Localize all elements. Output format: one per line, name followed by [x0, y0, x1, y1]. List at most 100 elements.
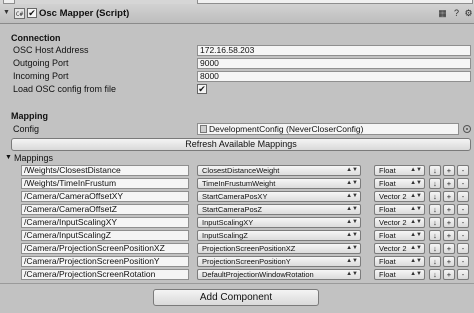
load-config-label: Load OSC config from file: [13, 84, 117, 94]
remove-mapping-button[interactable]: -: [457, 178, 469, 189]
checkmark-icon: ✔: [28, 8, 36, 18]
osc-path-field[interactable]: /Camera/InputScalingXY: [21, 217, 189, 228]
property-dropdown-value: ClosestDistanceWeight: [202, 166, 280, 175]
mapping-row: /Weights/TimeInFrustum TimeInFrustumWeig…: [0, 178, 474, 191]
property-dropdown-value: ProjectionScreenPositionXZ: [202, 244, 296, 253]
remove-mapping-button[interactable]: -: [457, 217, 469, 228]
dropdown-arrows-icon: ▲▼: [410, 258, 422, 264]
property-dropdown-value: StartCameraPosXY: [202, 192, 268, 201]
property-dropdown[interactable]: ProjectionScreenPositionXZ ▲▼: [197, 243, 361, 254]
dropdown-arrows-icon: ▲▼: [410, 167, 422, 173]
move-down-button[interactable]: ↓: [429, 230, 441, 241]
dropdown-arrows-icon: ▲▼: [410, 219, 422, 225]
move-down-button[interactable]: ↓: [429, 165, 441, 176]
config-object-field[interactable]: DevelopmentConfig (NeverCloserConfig): [197, 123, 459, 135]
add-mapping-button[interactable]: +: [443, 204, 455, 215]
type-dropdown-value: Vector 2: [379, 218, 407, 227]
type-dropdown[interactable]: Vector 2 ▲▼: [374, 243, 425, 254]
move-down-button[interactable]: ↓: [429, 191, 441, 202]
gear-icon[interactable]: ⚙: [463, 8, 474, 19]
type-dropdown-value: Vector 2: [379, 192, 407, 201]
host-address-label: OSC Host Address: [13, 45, 89, 55]
add-mapping-button[interactable]: +: [443, 256, 455, 267]
move-down-button[interactable]: ↓: [429, 256, 441, 267]
book-icon[interactable]: ▦: [437, 8, 448, 19]
type-dropdown[interactable]: Float ▲▼: [374, 165, 425, 176]
remove-mapping-button[interactable]: -: [457, 256, 469, 267]
type-dropdown-value: Float: [379, 166, 396, 175]
help-icon[interactable]: ?: [451, 8, 462, 19]
osc-path-field[interactable]: /Camera/CameraOffsetZ: [21, 204, 189, 215]
add-mapping-button[interactable]: +: [443, 243, 455, 254]
fold-triangle-icon[interactable]: ▼: [3, 9, 10, 16]
move-down-button[interactable]: ↓: [429, 217, 441, 228]
property-dropdown-value: InputScalingZ: [202, 231, 248, 240]
osc-path-field[interactable]: /Camera/CameraOffsetXY: [21, 191, 189, 202]
remove-mapping-button[interactable]: -: [457, 204, 469, 215]
outgoing-port-label: Outgoing Port: [13, 58, 69, 68]
add-component-button[interactable]: Add Component: [153, 289, 319, 306]
remove-mapping-button[interactable]: -: [457, 269, 469, 280]
move-down-button[interactable]: ↓: [429, 178, 441, 189]
mapping-row: /Camera/CameraOffsetZ StartCameraPosZ ▲▼ …: [0, 204, 474, 217]
move-down-button[interactable]: ↓: [429, 204, 441, 215]
type-dropdown[interactable]: Float ▲▼: [374, 256, 425, 267]
osc-path-field[interactable]: /Weights/ClosestDistance: [21, 165, 189, 176]
type-dropdown[interactable]: Float ▲▼: [374, 178, 425, 189]
type-dropdown-value: Float: [379, 270, 396, 279]
move-down-button[interactable]: ↓: [429, 243, 441, 254]
type-dropdown[interactable]: Vector 2 ▲▼: [374, 191, 425, 202]
load-config-checkbox[interactable]: ✔: [197, 84, 207, 94]
remove-mapping-button[interactable]: -: [457, 191, 469, 202]
add-mapping-button[interactable]: +: [443, 191, 455, 202]
outgoing-port-field[interactable]: 9000: [197, 58, 471, 69]
property-dropdown[interactable]: StartCameraPosZ ▲▼: [197, 204, 361, 215]
dropdown-arrows-icon: ▲▼: [410, 180, 422, 186]
property-dropdown[interactable]: StartCameraPosXY ▲▼: [197, 191, 361, 202]
type-dropdown-value: Float: [379, 179, 396, 188]
osc-path-field[interactable]: /Camera/ProjectionScreenPositionY: [21, 256, 189, 267]
incoming-port-field[interactable]: 8000: [197, 71, 471, 82]
add-mapping-button[interactable]: +: [443, 178, 455, 189]
component-title: Osc Mapper (Script): [39, 8, 130, 19]
property-dropdown[interactable]: InputScalingXY ▲▼: [197, 217, 361, 228]
add-mapping-button[interactable]: +: [443, 269, 455, 280]
remove-mapping-button[interactable]: -: [457, 165, 469, 176]
dropdown-arrows-icon: ▲▼: [346, 193, 358, 199]
remove-mapping-button[interactable]: -: [457, 243, 469, 254]
add-mapping-button[interactable]: +: [443, 217, 455, 228]
osc-path-field[interactable]: /Camera/ProjectionScreenRotation: [21, 269, 189, 280]
dropdown-arrows-icon: ▲▼: [410, 245, 422, 251]
property-dropdown-value: TimeInFrustumWeight: [202, 179, 276, 188]
mapping-heading: Mapping: [11, 111, 48, 121]
property-dropdown[interactable]: TimeInFrustumWeight ▲▼: [197, 178, 361, 189]
property-dropdown[interactable]: ClosestDistanceWeight ▲▼: [197, 165, 361, 176]
type-dropdown[interactable]: Float ▲▼: [374, 204, 425, 215]
mappings-label: Mappings: [14, 153, 54, 163]
type-dropdown[interactable]: Vector 2 ▲▼: [374, 217, 425, 228]
dropdown-arrows-icon: ▲▼: [346, 258, 358, 264]
property-dropdown[interactable]: InputScalingZ ▲▼: [197, 230, 361, 241]
osc-path-field[interactable]: /Camera/ProjectionScreenPositionXZ: [21, 243, 189, 254]
dropdown-arrows-icon: ▲▼: [346, 232, 358, 238]
property-dropdown[interactable]: DefaultProjectionWindowRotation ▲▼: [197, 269, 361, 280]
dropdown-arrows-icon: ▲▼: [346, 206, 358, 212]
config-object-value: DevelopmentConfig (NeverCloserConfig): [209, 124, 364, 134]
mappings-fold-triangle-icon[interactable]: ▼: [5, 154, 12, 161]
remove-mapping-button[interactable]: -: [457, 230, 469, 241]
component-header[interactable]: ▼ C# ✔ Osc Mapper (Script) ▦ ? ⚙: [0, 4, 474, 24]
add-mapping-button[interactable]: +: [443, 230, 455, 241]
dropdown-arrows-icon: ▲▼: [410, 206, 422, 212]
type-dropdown-value: Vector 2: [379, 244, 407, 253]
add-mapping-button[interactable]: +: [443, 165, 455, 176]
property-dropdown[interactable]: ProjectionScreenPositionY ▲▼: [197, 256, 361, 267]
type-dropdown[interactable]: Float ▲▼: [374, 230, 425, 241]
osc-path-field[interactable]: /Weights/TimeInFrustum: [21, 178, 189, 189]
move-down-button[interactable]: ↓: [429, 269, 441, 280]
component-enabled-checkbox[interactable]: ✔: [27, 8, 37, 18]
osc-path-field[interactable]: /Camera/InputScalingZ: [21, 230, 189, 241]
object-picker-icon[interactable]: [463, 125, 471, 133]
refresh-mappings-button[interactable]: Refresh Available Mappings: [11, 138, 471, 151]
host-address-field[interactable]: 172.16.58.203: [197, 45, 471, 56]
type-dropdown[interactable]: Float ▲▼: [374, 269, 425, 280]
